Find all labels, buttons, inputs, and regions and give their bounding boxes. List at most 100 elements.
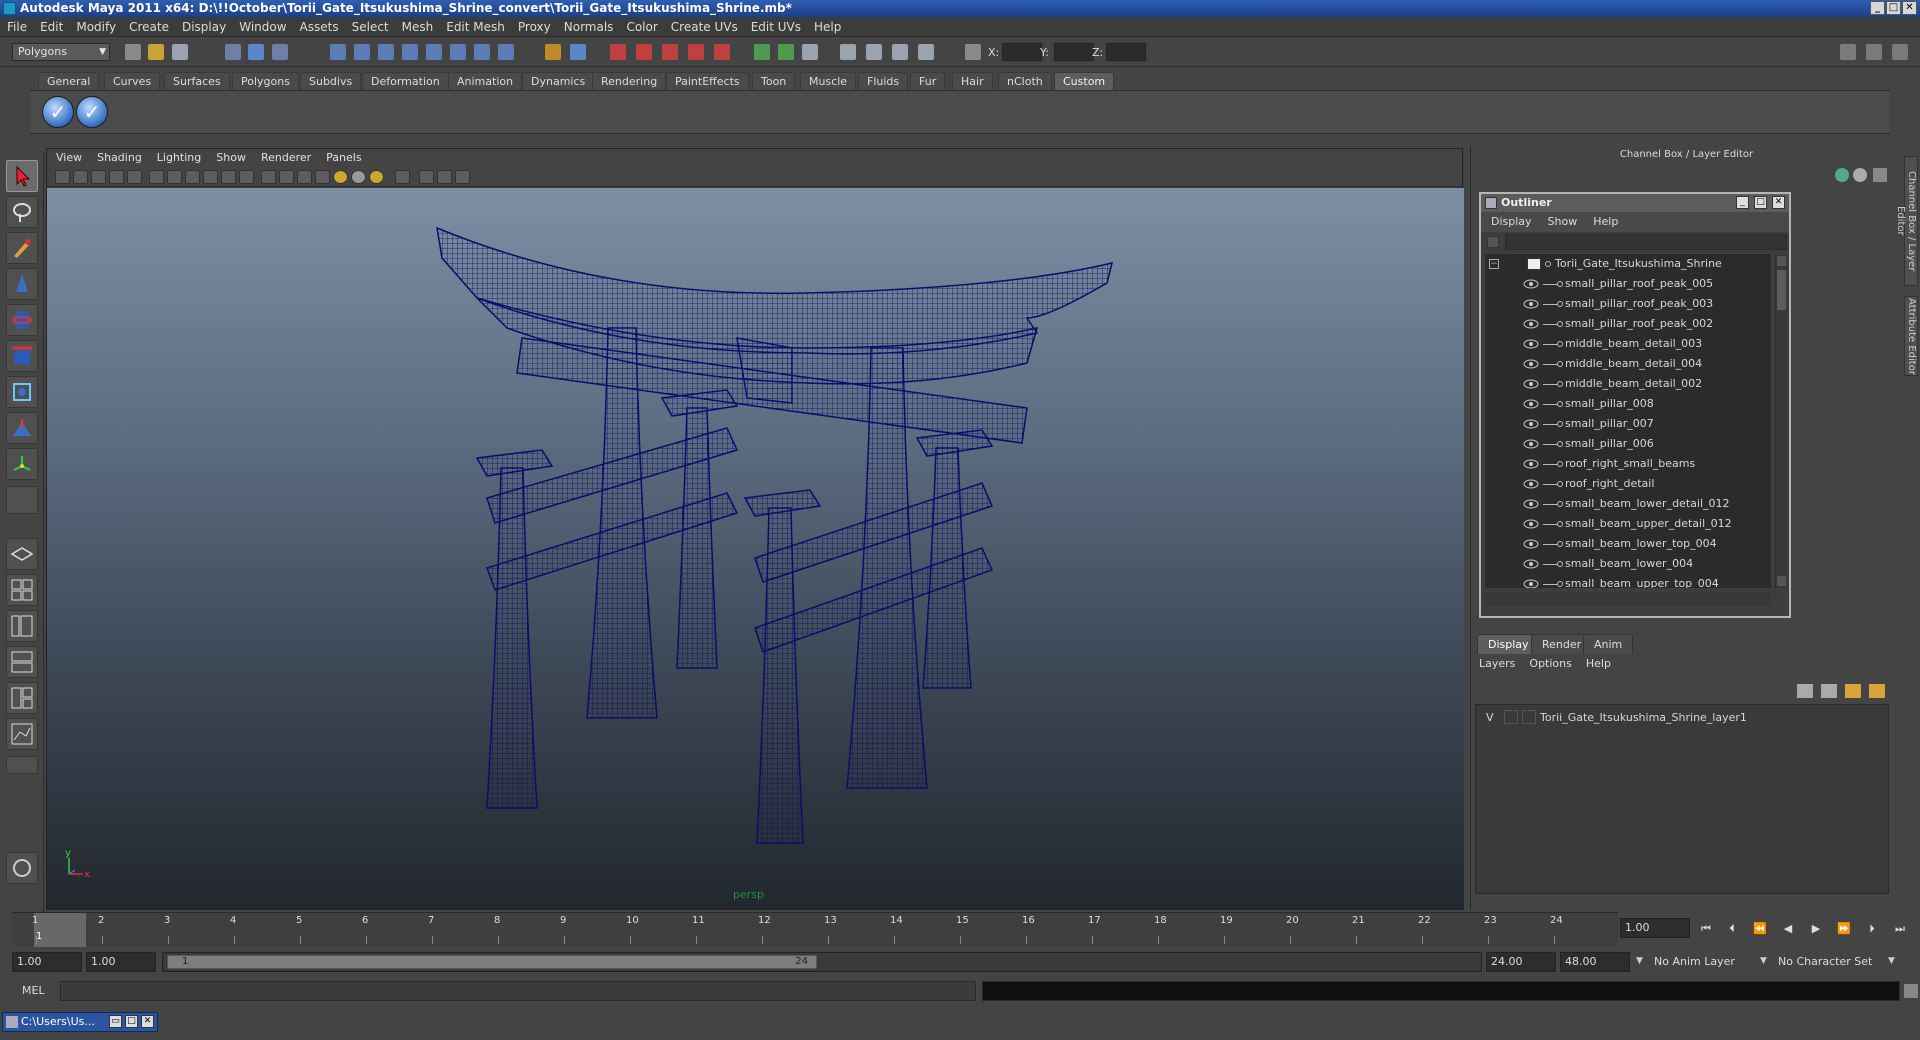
time-slider[interactable]: 1 1 2 3 4 5 6 7 8 9 10 11 12 13 14 15 16 17 18 19 20 21 22 23 2…: [12, 912, 1618, 947]
outliner-menu-show[interactable]: Show: [1538, 212, 1584, 228]
wireframe-icon[interactable]: [261, 170, 276, 184]
chevron-down-icon[interactable]: ▼: [1760, 956, 1767, 966]
resolution-gate-icon[interactable]: [185, 170, 200, 184]
current-frame-field[interactable]: 1.00: [1620, 918, 1690, 938]
outliner-item[interactable]: small_pillar_roof_peak_005: [1485, 274, 1771, 294]
z-field[interactable]: [1106, 43, 1146, 61]
move-layer-up-icon[interactable]: [1845, 684, 1861, 698]
viewport-menu-panels[interactable]: Panels: [317, 149, 367, 164]
image-plane-icon[interactable]: [109, 170, 124, 184]
rename-icon[interactable]: [802, 44, 818, 60]
ipr-render-icon[interactable]: [636, 44, 652, 60]
show-manipulator-icon[interactable]: [6, 448, 38, 480]
animation-start-field[interactable]: 1.00: [12, 952, 82, 972]
outliner-root-row[interactable]: − Torii_Gate_Itsukushima_Shrine: [1485, 254, 1771, 274]
menu-mesh[interactable]: Mesh: [395, 17, 440, 34]
layer-menu-layers[interactable]: Layers: [1471, 654, 1521, 670]
shelf-tab-painteffects[interactable]: PaintEffects: [666, 72, 749, 90]
playback-start-field[interactable]: 1.00: [86, 952, 156, 972]
xray-icon[interactable]: [315, 170, 330, 184]
layer-tab-anim[interactable]: Anim: [1583, 634, 1634, 654]
construction-icon[interactable]: [474, 44, 490, 60]
minimized-window[interactable]: C:\Users\Us... ▭ □ ✕: [2, 1012, 158, 1032]
maximize-button[interactable]: □: [1886, 1, 1901, 15]
transform-input-icon[interactable]: [965, 44, 981, 60]
go-to-end-icon[interactable]: ⏭: [1890, 922, 1910, 936]
outliner-filter-icon[interactable]: [1487, 236, 1499, 248]
snap-plane-icon[interactable]: [402, 44, 418, 60]
camera-fit-icon[interactable]: [437, 170, 452, 184]
channel-box-icon[interactable]: [892, 44, 908, 60]
viewport-menu-shading[interactable]: Shading: [88, 149, 148, 164]
outliner-item[interactable]: small_pillar_006: [1485, 434, 1771, 454]
menu-set-select[interactable]: Polygons ▼: [12, 43, 110, 61]
shelf-tab-curves[interactable]: Curves: [104, 72, 161, 90]
render-view-icon[interactable]: [714, 44, 730, 60]
grid-icon[interactable]: [149, 170, 164, 184]
outliner-item[interactable]: roof_right_detail: [1485, 474, 1771, 494]
channel-box-layer-icon[interactable]: [1853, 168, 1867, 182]
outliner-close-button[interactable]: ✕: [1772, 196, 1785, 209]
menu-window[interactable]: Window: [232, 17, 292, 34]
scroll-down-icon[interactable]: [1777, 576, 1786, 586]
selection-mask-icon[interactable]: [570, 44, 586, 60]
shelf-tab-toon[interactable]: Toon: [752, 72, 796, 90]
layer-color-swatch[interactable]: [1522, 710, 1536, 724]
outliner-horizontal-scrollbar[interactable]: [1485, 592, 1771, 606]
single-perspective-layout-icon[interactable]: [6, 538, 38, 570]
command-language-label[interactable]: MEL: [22, 984, 45, 997]
select-camera-icon[interactable]: [55, 170, 70, 184]
outliner-item[interactable]: middle_beam_detail_004: [1485, 354, 1771, 374]
outliner-item[interactable]: middle_beam_detail_002: [1485, 374, 1771, 394]
side-tab-attribute-editor[interactable]: Attribute Editor: [1904, 296, 1918, 376]
gate-mask-icon[interactable]: [203, 170, 218, 184]
universal-manipulator-icon[interactable]: [6, 376, 38, 408]
shelf-tab-subdivs[interactable]: Subdivs: [300, 72, 362, 90]
character-set-select[interactable]: No Character Set: [1772, 952, 1882, 972]
viewport-canvas[interactable]: y x persp: [47, 188, 1464, 910]
persp-graph-layout-icon[interactable]: [6, 646, 38, 678]
menu-help[interactable]: Help: [807, 17, 847, 34]
maximize-button[interactable]: □: [125, 1015, 138, 1028]
new-scene-icon[interactable]: [125, 44, 141, 60]
menu-modify[interactable]: Modify: [69, 17, 122, 34]
outliner-item[interactable]: small_pillar_roof_peak_002: [1485, 314, 1771, 334]
new-layer-icon[interactable]: [1797, 684, 1813, 698]
history-icon[interactable]: [450, 44, 466, 60]
viewport-menu-lighting[interactable]: Lighting: [148, 149, 207, 164]
lasso-tool-icon[interactable]: [6, 196, 38, 228]
outliner-item[interactable]: small_beam_lower_004: [1485, 554, 1771, 574]
shelf-tab-polygons[interactable]: Polygons: [232, 72, 299, 90]
step-back-key-icon[interactable]: ⏪: [1750, 922, 1770, 936]
script-editor-icon[interactable]: [1904, 984, 1918, 998]
menu-display[interactable]: Display: [175, 17, 232, 34]
shelf-tab-fur[interactable]: Fur: [910, 72, 946, 90]
graph-outliner-layout-icon[interactable]: [6, 718, 38, 750]
make-live-icon[interactable]: [426, 44, 442, 60]
side-tab-channel-box[interactable]: Channel Box / Layer Editor: [1895, 156, 1918, 286]
outliner-menu-help[interactable]: Help: [1583, 212, 1624, 228]
shadows-icon[interactable]: [369, 170, 384, 184]
shelf-tab-hair[interactable]: Hair: [952, 72, 993, 90]
2d-pan-zoom-icon[interactable]: [127, 170, 142, 184]
shelf-custom-button-2[interactable]: ✓: [76, 96, 108, 128]
smooth-shade-icon[interactable]: [279, 170, 294, 184]
viewport-menu-show[interactable]: Show: [207, 149, 252, 164]
select-tool-icon[interactable]: [6, 160, 38, 192]
shelf-tab-animation[interactable]: Animation: [448, 72, 523, 90]
node-editor-icon[interactable]: [455, 170, 470, 184]
show-attribute-editor-icon[interactable]: [1840, 44, 1856, 60]
step-forward-frame-icon[interactable]: ⏵: [1862, 922, 1882, 936]
layer-menu-options[interactable]: Options: [1521, 654, 1577, 670]
hud-icon[interactable]: [419, 170, 434, 184]
hypershade-layout-icon[interactable]: [6, 682, 38, 714]
outliner-item[interactable]: middle_beam_detail_003: [1485, 334, 1771, 354]
shelf-tab-surfaces[interactable]: Surfaces: [164, 72, 230, 90]
menu-color[interactable]: Color: [619, 17, 663, 34]
layer-visibility-toggle[interactable]: V: [1486, 709, 1494, 727]
layer-playback-toggle[interactable]: [1504, 710, 1518, 724]
playback-end-field[interactable]: 24.00: [1486, 952, 1556, 972]
shelf-tab-general[interactable]: General: [38, 72, 100, 90]
channel-box-mode-icon[interactable]: [1835, 168, 1849, 182]
hypershade-icon[interactable]: [688, 44, 704, 60]
